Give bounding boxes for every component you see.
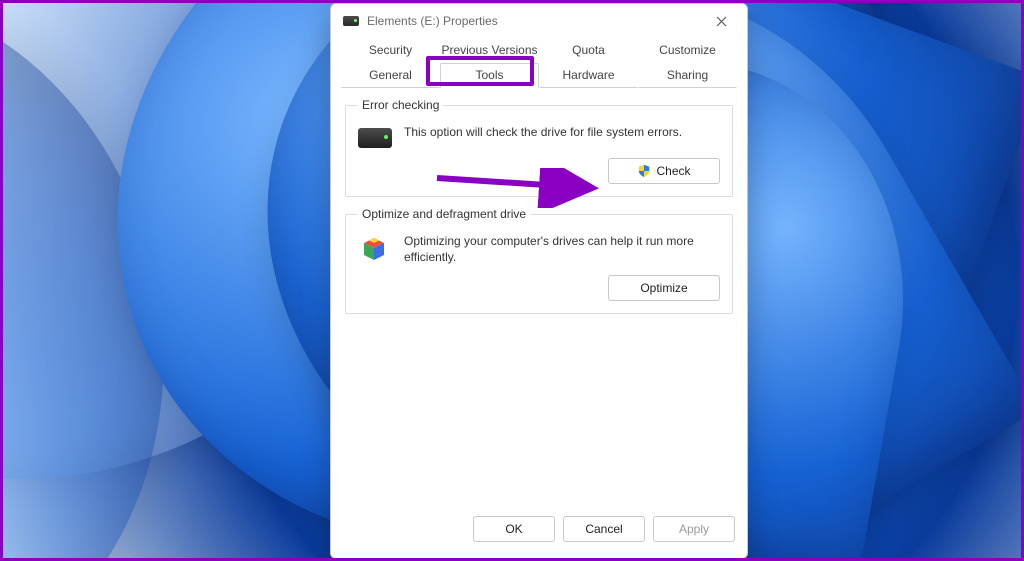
group-optimize: Optimize and defragment drive Optim (345, 207, 733, 314)
group-legend: Error checking (358, 98, 443, 112)
drive-icon (343, 16, 359, 26)
titlebar: Elements (E:) Properties (331, 4, 747, 38)
tab-security[interactable]: Security (341, 38, 440, 63)
tab-general[interactable]: General (341, 63, 440, 88)
tabs: Security Previous Versions Quota Customi… (331, 38, 747, 88)
uac-shield-icon (637, 164, 651, 178)
tab-previous-versions[interactable]: Previous Versions (440, 38, 539, 63)
properties-window: Elements (E:) Properties Security Previo… (330, 3, 748, 559)
check-button[interactable]: Check (608, 158, 720, 184)
tab-row-2: General Tools Hardware Sharing (341, 63, 737, 88)
group-legend: Optimize and defragment drive (358, 207, 530, 221)
error-checking-description: This option will check the drive for fil… (404, 124, 720, 140)
tab-hardware[interactable]: Hardware (539, 63, 638, 88)
dialog-footer: OK Cancel Apply (331, 510, 747, 558)
tab-content-tools: Error checking This option will check th… (331, 88, 747, 510)
close-button[interactable] (699, 6, 743, 36)
tab-quota[interactable]: Quota (539, 38, 638, 63)
drive-icon (358, 128, 392, 148)
defrag-icon (358, 235, 392, 265)
tab-customize[interactable]: Customize (638, 38, 737, 63)
tab-tools[interactable]: Tools (440, 63, 539, 88)
tab-row-1: Security Previous Versions Quota Customi… (341, 38, 737, 63)
window-title: Elements (E:) Properties (367, 14, 498, 28)
screenshot-frame: Elements (E:) Properties Security Previo… (0, 0, 1024, 561)
ok-button[interactable]: OK (473, 516, 555, 542)
group-error-checking: Error checking This option will check th… (345, 98, 733, 197)
optimize-button[interactable]: Optimize (608, 275, 720, 301)
tab-sharing[interactable]: Sharing (638, 63, 737, 88)
optimize-description: Optimizing your computer's drives can he… (404, 233, 720, 265)
check-button-label: Check (656, 164, 690, 178)
close-icon (716, 16, 727, 27)
apply-button[interactable]: Apply (653, 516, 735, 542)
cancel-button[interactable]: Cancel (563, 516, 645, 542)
optimize-button-label: Optimize (640, 281, 687, 295)
